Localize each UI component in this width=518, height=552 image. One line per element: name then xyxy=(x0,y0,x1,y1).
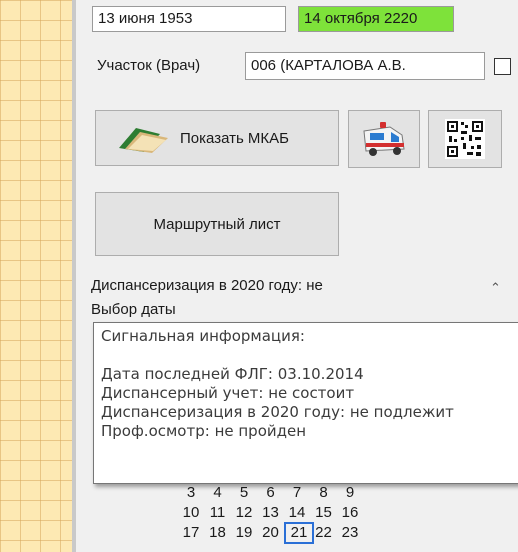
dispensary-status-text: Диспансеризация в 2020 году: не xyxy=(91,277,323,294)
calendar-day[interactable]: 15 xyxy=(311,504,337,521)
tooltip-title: Сигнальная информация: xyxy=(101,327,305,345)
calendar-day[interactable]: 22 xyxy=(311,524,337,541)
calendar-day[interactable]: 23 xyxy=(337,524,363,541)
tooltip-line: Дата последней ФЛГ: 03.10.2014 xyxy=(101,365,364,383)
calendar-day[interactable]: 12 xyxy=(231,504,257,521)
route-sheet-button[interactable]: Маршрутный лист xyxy=(95,192,339,256)
calendar-day[interactable]: 10 xyxy=(178,504,204,521)
calendar-day[interactable]: 19 xyxy=(231,524,257,541)
calendar-day[interactable]: 14 xyxy=(284,504,310,521)
calendar-day[interactable]: 17 xyxy=(178,524,204,541)
calendar-day[interactable]: 11 xyxy=(205,504,231,521)
medical-card-icon xyxy=(119,128,168,153)
tooltip-line: Диспансеризация в 2020 году: не подлежит xyxy=(101,403,454,421)
signal-info-tooltip: Сигнальная информация: Дата последней ФЛ… xyxy=(93,322,518,484)
collapse-chevron-icon[interactable]: ⌃ xyxy=(490,280,501,296)
qr-code-icon xyxy=(445,119,485,159)
calendar-day[interactable]: 3 xyxy=(178,484,204,501)
calendar-day[interactable]: 8 xyxy=(311,484,337,501)
calendar-day[interactable]: 6 xyxy=(258,484,284,501)
calendar-day[interactable]: 20 xyxy=(258,524,284,541)
ambulance-icon xyxy=(363,122,405,156)
birth-date-field[interactable]: 13 июня 1953 xyxy=(92,6,286,32)
calendar-day[interactable]: 13 xyxy=(258,504,284,521)
show-mkab-button[interactable]: Показать МКАБ xyxy=(95,110,339,166)
calendar-day[interactable]: 9 xyxy=(337,484,363,501)
show-mkab-label: Показать МКАБ xyxy=(180,129,290,147)
qr-code-button[interactable] xyxy=(428,110,502,168)
tooltip-line: Диспансерный учет: не состоит xyxy=(101,384,355,402)
calendar-day[interactable]: 4 xyxy=(205,484,231,501)
district-field[interactable]: 006 (КАРТАЛОВА А.В. xyxy=(245,52,485,80)
district-checkbox[interactable] xyxy=(494,58,511,75)
policy-valid-date-field[interactable]: 14 октября 2220 xyxy=(298,6,454,32)
ambulance-button[interactable] xyxy=(348,110,420,168)
calendar-day[interactable]: 7 xyxy=(284,484,310,501)
calendar-day[interactable]: 16 xyxy=(337,504,363,521)
district-label: Участок (Врач) xyxy=(97,57,201,74)
calendar-day-selected[interactable]: 21 xyxy=(284,522,314,544)
graph-paper-background xyxy=(0,0,72,552)
calendar-day[interactable]: 18 xyxy=(205,524,231,541)
date-choice-label: Выбор даты xyxy=(91,301,176,318)
tooltip-line: Проф.осмотр: не пройден xyxy=(101,422,307,440)
calendar-day[interactable]: 5 xyxy=(231,484,257,501)
